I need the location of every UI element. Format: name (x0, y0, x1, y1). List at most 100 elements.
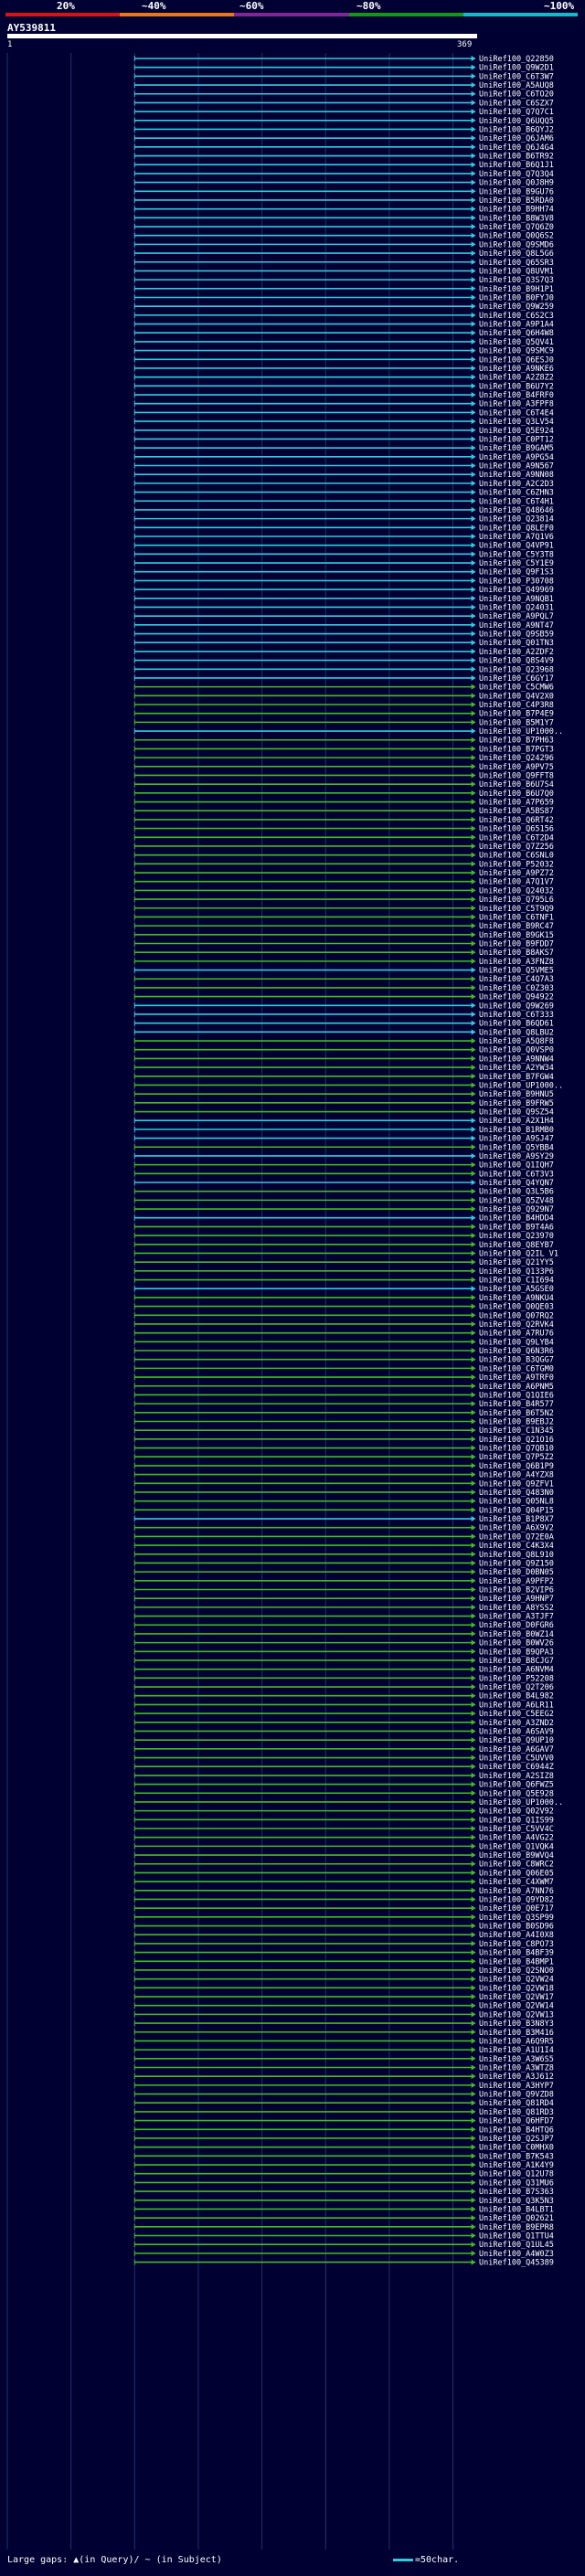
hit-row[interactable]: UniRef100_Q2VW13 (133, 2010, 554, 2019)
hit-row[interactable]: UniRef100_Q65156 (133, 825, 554, 834)
hit-row[interactable]: UniRef100_Q9SMD6 (133, 240, 554, 249)
hit-row[interactable]: UniRef100_Q3K5N3 (133, 2197, 554, 2206)
hit-row[interactable]: UniRef100_Q9W2D1 (133, 64, 554, 73)
hit-row[interactable]: UniRef100_A3HYP7 (133, 2082, 554, 2091)
hit-row[interactable]: UniRef100_A7RU76 (133, 1330, 554, 1339)
hit-row[interactable]: UniRef100_B9RC47 (133, 922, 554, 931)
hit-row[interactable]: UniRef100_Q0VSP0 (133, 1046, 554, 1055)
hit-row[interactable]: UniRef100_Q23968 (133, 665, 554, 674)
hit-row[interactable]: UniRef100_A9TRF0 (133, 1373, 554, 1383)
hit-row[interactable]: UniRef100_Q07RQ2 (133, 1311, 554, 1320)
hit-row[interactable]: UniRef100_Q8S4V9 (133, 657, 554, 666)
hit-row[interactable]: UniRef100_A7Q1V7 (133, 878, 554, 887)
hit-row[interactable]: UniRef100_C5Y3T8 (133, 550, 554, 559)
hit-row[interactable]: UniRef100_C0MHX0 (133, 2144, 554, 2153)
hit-row[interactable]: UniRef100_C6SZX7 (133, 99, 554, 108)
hit-row[interactable]: UniRef100_A9NKE6 (133, 365, 554, 374)
hit-row[interactable]: UniRef100_B6QD61 (133, 1020, 554, 1029)
hit-row[interactable]: UniRef100_C6GY17 (133, 674, 554, 684)
hit-row[interactable]: UniRef100_A3TJF7 (133, 1613, 554, 1622)
hit-row[interactable]: UniRef100_A1U1I4 (133, 2046, 554, 2055)
hit-row[interactable]: UniRef100_Q94922 (133, 993, 554, 1002)
hit-row[interactable]: UniRef100_A1K4Y9 (133, 2161, 554, 2170)
hit-row[interactable]: UniRef100_B9HH74 (133, 206, 554, 215)
hit-row[interactable]: UniRef100_Q929N7 (133, 1205, 554, 1214)
hit-row[interactable]: UniRef100_Q9YD82 (133, 1895, 554, 1904)
hit-row[interactable]: UniRef100_B0WV26 (133, 1639, 554, 1648)
hit-row[interactable]: UniRef100_B4FRF0 (133, 391, 554, 400)
hit-row[interactable]: UniRef100_Q6JAM6 (133, 134, 554, 143)
hit-row[interactable]: UniRef100_B9FDD7 (133, 940, 554, 949)
hit-row[interactable]: UniRef100_Q6N3R6 (133, 1347, 554, 1356)
hit-row[interactable]: UniRef100_Q23814 (133, 515, 554, 525)
hit-row[interactable]: UniRef100_Q72E0A (133, 1532, 554, 1542)
hit-row[interactable]: UniRef100_Q21YY5 (133, 1258, 554, 1267)
hit-row[interactable]: UniRef100_B9T4A6 (133, 1223, 554, 1232)
hit-row[interactable]: UniRef100_A3FPF8 (133, 400, 554, 409)
hit-row[interactable]: UniRef100_B9QPA3 (133, 1648, 554, 1657)
hit-row[interactable]: UniRef100_A8YSS2 (133, 1604, 554, 1613)
hit-row[interactable]: UniRef100_C0PT12 (133, 435, 554, 444)
hit-row[interactable]: UniRef100_B5RDA0 (133, 196, 554, 206)
hit-row[interactable]: UniRef100_P30708 (133, 577, 554, 586)
hit-row[interactable]: UniRef100_Q6RT42 (133, 816, 554, 825)
hit-row[interactable]: UniRef100_C6T2D4 (133, 833, 554, 843)
hit-row[interactable]: UniRef100_Q1TTU4 (133, 2232, 554, 2242)
hit-row[interactable]: UniRef100_A9NKU4 (133, 1294, 554, 1303)
hit-row[interactable]: UniRef100_B3QGG7 (133, 1356, 554, 1365)
hit-row[interactable]: UniRef100_Q1QIE6 (133, 1391, 554, 1400)
hit-row[interactable]: UniRef100_Q2VW18 (133, 1984, 554, 1993)
hit-row[interactable]: UniRef100_C6ZHN3 (133, 489, 554, 498)
hit-row[interactable]: UniRef100_A2X1H4 (133, 1117, 554, 1126)
hit-row[interactable]: UniRef100_B9HNU5 (133, 1090, 554, 1099)
hit-row[interactable]: UniRef100_A7NN76 (133, 1887, 554, 1896)
hit-row[interactable]: UniRef100_D0BN05 (133, 1568, 554, 1577)
hit-row[interactable]: UniRef100_Q3S7Q3 (133, 276, 554, 285)
hit-row[interactable]: UniRef100_A6GAV7 (133, 1745, 554, 1754)
hit-row[interactable]: UniRef100_B9EPR8 (133, 2223, 554, 2232)
hit-row[interactable]: UniRef100_P52032 (133, 860, 554, 869)
hit-row[interactable]: UniRef100_C5CMW6 (133, 684, 554, 693)
hit-row[interactable]: UniRef100_Q22850 (133, 55, 554, 64)
hit-row[interactable]: UniRef100_Q5QV41 (133, 338, 554, 347)
hit-row[interactable]: UniRef100_Q2VW14 (133, 2002, 554, 2011)
hit-row[interactable]: UniRef100_B8CJG7 (133, 1657, 554, 1666)
hit-row[interactable]: UniRef100_A9P1A4 (133, 321, 554, 330)
hit-row[interactable]: UniRef100_A7Q1V6 (133, 533, 554, 542)
hit-row[interactable]: UniRef100_Q8LBU2 (133, 1028, 554, 1037)
hit-row[interactable]: UniRef100_Q9SMC9 (133, 347, 554, 356)
hit-row[interactable]: UniRef100_B4HDD4 (133, 1214, 554, 1224)
hit-row[interactable]: UniRef100_B6U7Q0 (133, 790, 554, 799)
hit-row[interactable]: UniRef100_C5VV4C (133, 1825, 554, 1834)
hit-row[interactable]: UniRef100_Q9F1S3 (133, 568, 554, 578)
hit-row[interactable]: UniRef100_Q8L910 (133, 1551, 554, 1560)
hit-row[interactable]: UniRef100_B4BMP1 (133, 1957, 554, 1966)
hit-row[interactable]: UniRef100_C5UVV0 (133, 1754, 554, 1764)
hit-row[interactable]: UniRef100_A7P659 (133, 799, 554, 808)
hit-row[interactable]: UniRef100_B1P8X7 (133, 1515, 554, 1524)
hit-row[interactable]: UniRef100_C5T9Q9 (133, 905, 554, 914)
hit-row[interactable]: UniRef100_Q6HFD7 (133, 2117, 554, 2126)
hit-row[interactable]: UniRef100_B2VIP6 (133, 1586, 554, 1595)
hit-row[interactable]: UniRef100_A4I0X8 (133, 1931, 554, 1940)
hit-row[interactable]: UniRef100_A9PZ72 (133, 869, 554, 878)
hit-row[interactable]: UniRef100_A3FNZ8 (133, 958, 554, 967)
hit-row[interactable]: UniRef100_C6S2C3 (133, 312, 554, 321)
hit-row[interactable]: UniRef100_Q8L5G6 (133, 249, 554, 259)
hit-row[interactable]: UniRef100_A6PNM5 (133, 1383, 554, 1392)
hit-row[interactable]: UniRef100_Q3SP99 (133, 1913, 554, 1923)
hit-row[interactable]: UniRef100_C6TGM0 (133, 1364, 554, 1373)
hit-row[interactable]: UniRef100_Q3LV54 (133, 418, 554, 427)
hit-row[interactable]: UniRef100_A6NVM4 (133, 1666, 554, 1675)
hit-row[interactable]: UniRef100_Q23970 (133, 1232, 554, 1241)
hit-row[interactable]: UniRef100_A9SY29 (133, 1152, 554, 1161)
hit-row[interactable]: UniRef100_B3M416 (133, 2029, 554, 2038)
hit-row[interactable]: UniRef100_Q8LEF0 (133, 524, 554, 533)
hit-row[interactable]: UniRef100_Q2SNO0 (133, 1966, 554, 1976)
hit-row[interactable]: UniRef100_B9GK15 (133, 931, 554, 940)
hit-row[interactable]: UniRef100_B8W3V8 (133, 214, 554, 223)
hit-row[interactable]: UniRef100_B9FRW5 (133, 1099, 554, 1108)
hit-row[interactable]: UniRef100_Q9W269 (133, 1002, 554, 1011)
hit-row[interactable]: UniRef100_Q8EYB7 (133, 1241, 554, 1250)
hit-row[interactable]: UniRef100_C1N345 (133, 1426, 554, 1436)
